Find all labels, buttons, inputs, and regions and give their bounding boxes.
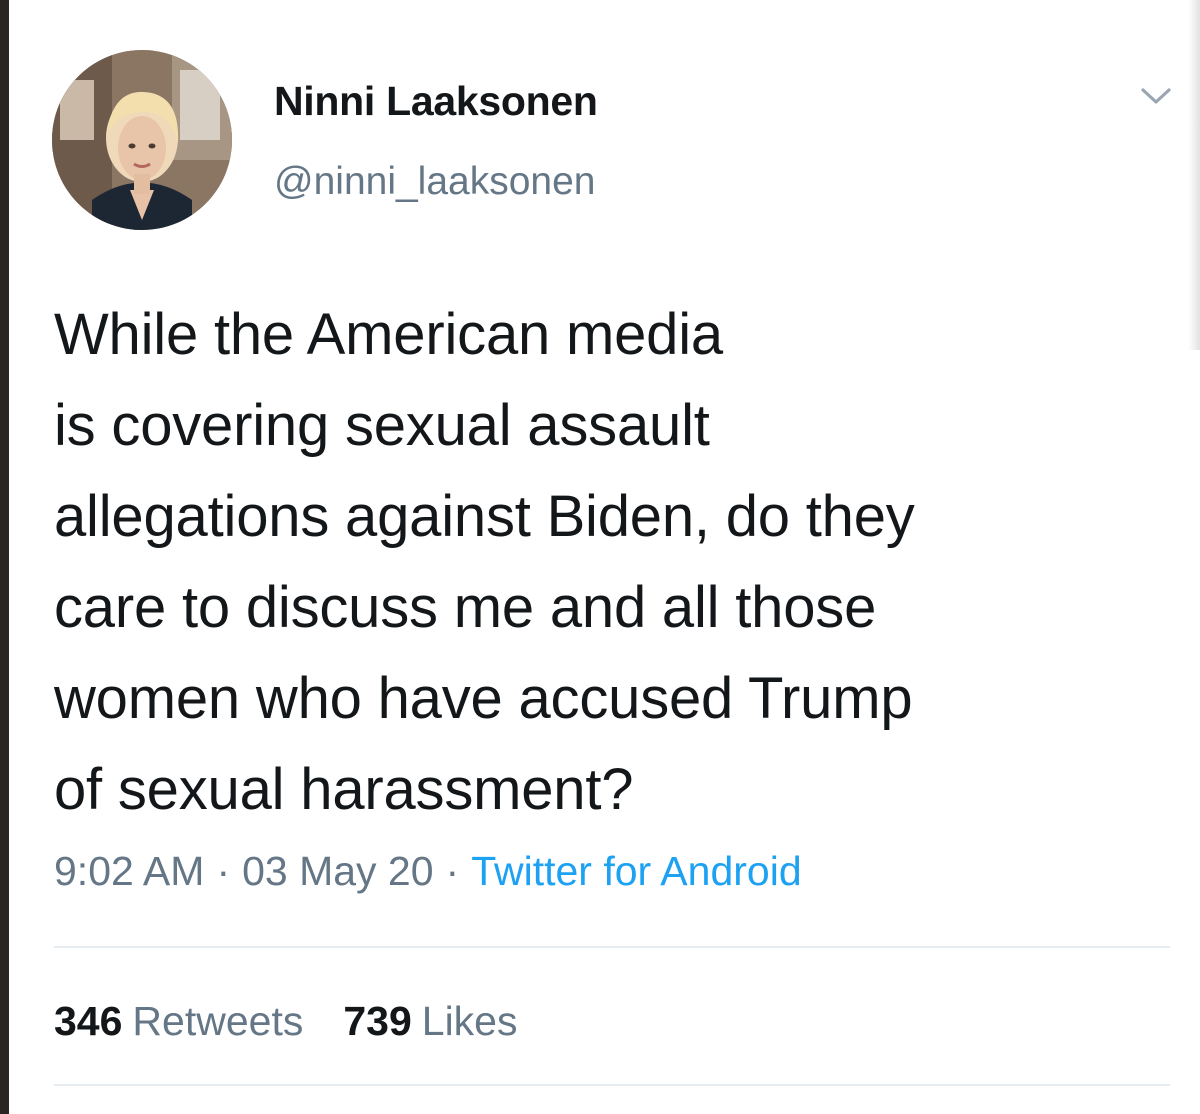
divider xyxy=(54,1084,1170,1086)
likes-count: 739 xyxy=(343,998,412,1044)
tweet-text-line: While the American media xyxy=(54,302,723,367)
tweet-date[interactable]: 03 May 20 xyxy=(242,848,433,894)
scroll-shadow xyxy=(1188,0,1200,350)
tweet-text-line: women who have accused Trump xyxy=(54,666,913,731)
tweet-source-link[interactable]: Twitter for Android xyxy=(471,848,801,894)
author-handle[interactable]: @ninni_laaksonen xyxy=(274,160,595,204)
tweet-metadata: 9:02 AM · 03 May 20 · Twitter for Android xyxy=(54,848,802,895)
retweets-label: Retweets xyxy=(132,998,304,1044)
retweets-count: 346 xyxy=(54,998,123,1044)
divider xyxy=(54,946,1170,948)
likes-stat[interactable]: 739 Likes xyxy=(343,998,517,1044)
meta-separator: · xyxy=(216,848,231,894)
tweet-text-line: of sexual harassment? xyxy=(54,757,634,822)
tweet-text-line: allegations against Biden, do they xyxy=(54,484,915,549)
tweet-text-line: is covering sexual assault xyxy=(54,393,710,458)
tweet-stats: 346 Retweets 739 Likes xyxy=(54,998,557,1045)
avatar[interactable] xyxy=(52,50,232,230)
likes-label: Likes xyxy=(421,998,518,1044)
tweet-text-line: care to discuss me and all those xyxy=(54,575,877,640)
tweet-text: While the American media is covering sex… xyxy=(54,289,1174,835)
screen-left-edge xyxy=(0,0,9,1114)
author-display-name[interactable]: Ninni Laaksonen xyxy=(274,78,598,125)
retweets-stat[interactable]: 346 Retweets xyxy=(54,998,303,1044)
chevron-down-icon[interactable] xyxy=(1138,82,1174,110)
meta-separator: · xyxy=(445,848,460,894)
tweet-time[interactable]: 9:02 AM xyxy=(54,848,204,894)
